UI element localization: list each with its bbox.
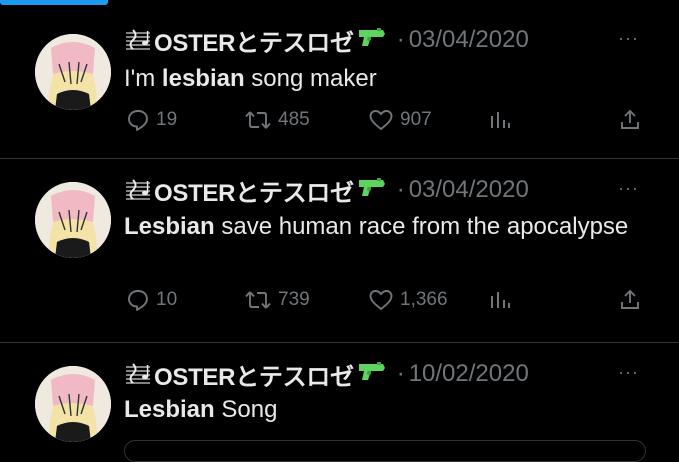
analytics-icon — [491, 112, 510, 128]
tweet-date[interactable]: 03/04/2020 — [409, 176, 529, 204]
like-button[interactable]: 907 — [368, 108, 432, 132]
share-button[interactable] — [618, 288, 642, 312]
tweet-text: I'm lesbian song maker — [124, 65, 377, 92]
tweet-date[interactable]: 03/04/2020 — [409, 26, 529, 54]
tweet-text: Lesbian save human race from the apocaly… — [124, 213, 629, 240]
avatar-image — [35, 366, 111, 442]
share-button[interactable] — [618, 108, 642, 132]
avatar[interactable] — [35, 182, 111, 258]
tweet-divider — [0, 342, 679, 343]
tweet[interactable]: OSTERとテスロゼ · 03/04/2020 ··· Lesbian save… — [0, 172, 679, 342]
tweet-header: OSTERとテスロゼ · 03/04/2020 — [124, 172, 529, 208]
reply-icon — [128, 290, 148, 311]
water-pistol-icon — [357, 359, 387, 390]
heart-icon — [369, 110, 393, 130]
views-button[interactable] — [488, 288, 512, 312]
musical-score-icon — [124, 177, 152, 203]
tweet-actions: 19 485 907 — [124, 108, 654, 138]
tweet[interactable]: OSTERとテスロゼ · 03/04/2020 ··· I'm lesbian … — [0, 22, 679, 157]
separator-dot: · — [396, 360, 405, 387]
share-icon — [621, 289, 639, 309]
retweet-count: 739 — [278, 289, 310, 310]
more-options-icon[interactable]: ··· — [618, 362, 639, 383]
tweet-divider — [0, 158, 679, 159]
separator-dot: · — [396, 176, 405, 203]
tweet-text: Lesbian Song — [124, 396, 278, 423]
retweet-button[interactable]: 739 — [244, 288, 310, 312]
tweet-header: OSTERとテスロゼ · 10/02/2020 — [124, 356, 529, 392]
water-pistol-icon — [357, 25, 387, 56]
more-options-icon[interactable]: ··· — [618, 178, 639, 199]
tweet-date[interactable]: 10/02/2020 — [409, 360, 529, 388]
avatar[interactable] — [35, 366, 111, 442]
like-button[interactable]: 1,366 — [368, 288, 448, 312]
share-icon — [621, 109, 639, 129]
avatar-image — [35, 182, 111, 258]
heart-icon — [369, 290, 393, 310]
water-pistol-icon — [357, 175, 387, 206]
retweet-icon — [245, 291, 271, 309]
tweet-header: OSTERとテスロゼ · 03/04/2020 — [124, 22, 529, 58]
like-count: 907 — [400, 109, 432, 130]
reply-icon — [128, 110, 148, 131]
musical-score-icon — [124, 27, 152, 53]
reply-count: 10 — [156, 289, 178, 310]
author-display-name[interactable]: OSTERとテスロゼ — [154, 173, 354, 208]
reply-count: 19 — [156, 109, 178, 130]
tweet[interactable]: OSTERとテスロゼ · 10/02/2020 ··· Lesbian Song — [0, 356, 679, 462]
media-card[interactable] — [124, 440, 646, 462]
avatar-image — [35, 34, 111, 110]
active-tab-indicator — [0, 0, 108, 5]
author-display-name[interactable]: OSTERとテスロゼ — [154, 23, 354, 58]
avatar[interactable] — [35, 34, 111, 110]
retweet-count: 485 — [278, 109, 310, 130]
musical-score-icon — [124, 361, 152, 387]
analytics-icon — [491, 292, 510, 308]
reply-button[interactable]: 19 — [126, 108, 177, 132]
tweet-actions: 10 739 1,366 — [124, 288, 654, 318]
views-button[interactable] — [488, 108, 512, 132]
reply-button[interactable]: 10 — [126, 288, 177, 312]
author-display-name[interactable]: OSTERとテスロゼ — [154, 357, 354, 392]
more-options-icon[interactable]: ··· — [618, 28, 639, 49]
retweet-icon — [245, 111, 271, 129]
like-count: 1,366 — [400, 289, 448, 310]
separator-dot: · — [396, 26, 405, 53]
retweet-button[interactable]: 485 — [244, 108, 310, 132]
